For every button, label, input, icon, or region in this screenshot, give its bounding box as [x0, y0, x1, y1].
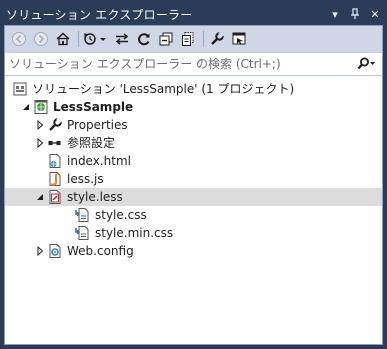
collapsed-arrow-icon[interactable]: [33, 242, 47, 260]
tree-item-label: style.less: [67, 190, 123, 204]
preview-selected-items-button[interactable]: [229, 29, 249, 49]
tree-item-label: style.css: [95, 208, 147, 222]
tree-item-index-html[interactable]: index.html: [5, 152, 382, 170]
references-icon: [47, 135, 63, 151]
solution-explorer-window: ソリューション エクスプローラー ▾ ✕ ソリューション エクスプローラー の検…: [0, 0, 387, 349]
tree-item-label: 参照設定: [67, 136, 116, 150]
tree-item-label: less.js: [67, 172, 104, 186]
web-project-icon: [33, 99, 49, 115]
expanded-arrow-icon[interactable]: [19, 98, 33, 116]
show-all-files-icon: [182, 32, 194, 46]
tree-item-references[interactable]: 参照設定: [5, 134, 382, 152]
window-position-button[interactable]: ▾: [327, 6, 343, 22]
search-input[interactable]: [9, 57, 356, 71]
wrench-icon: [47, 117, 63, 133]
tree-item-label: LessSample: [53, 100, 134, 114]
forward-button[interactable]: [31, 29, 51, 49]
toolbar: [5, 26, 382, 53]
toolbar-separator: [78, 31, 79, 47]
solution-icon: [12, 81, 28, 97]
preview-icon: [232, 32, 246, 45]
collapse-all-button[interactable]: [156, 29, 176, 49]
solution-tree: ソリューション 'LessSample' (1 プロジェクト) LessSamp…: [5, 76, 382, 260]
sync-with-active-document-button[interactable]: [112, 29, 132, 49]
javascript-file-icon: [47, 171, 63, 187]
collapsed-arrow-icon[interactable]: [33, 134, 47, 152]
pending-changes-filter-button[interactable]: [82, 29, 110, 49]
history-icon: [84, 33, 106, 45]
tree-item-web-config[interactable]: Web.config: [5, 242, 382, 260]
refresh-button[interactable]: [134, 29, 154, 49]
search-box: [5, 53, 382, 76]
show-all-files-button[interactable]: [178, 29, 198, 49]
pin-icon: [351, 8, 359, 19]
toolbar-separator: [203, 31, 204, 47]
refresh-icon: [138, 33, 150, 46]
css-file-icon: [75, 225, 91, 241]
tree-item-properties[interactable]: Properties: [5, 116, 382, 134]
tree-item-style-less[interactable]: style.less: [5, 188, 382, 206]
close-button[interactable]: ✕: [367, 6, 383, 22]
window-title: ソリューション エクスプローラー: [6, 7, 193, 22]
search-button[interactable]: [356, 57, 376, 71]
tree-item-style-css[interactable]: style.css: [5, 206, 382, 224]
tree-item-label: Web.config: [67, 244, 134, 258]
sync-icon: [115, 33, 129, 45]
properties-icon: [211, 31, 225, 45]
title-bar[interactable]: ソリューション エクスプローラー ▾ ✕: [4, 3, 383, 25]
search-icon: [357, 57, 375, 70]
tree-item-project[interactable]: LessSample: [5, 98, 382, 116]
tree-item-style-min-css[interactable]: style.min.css: [5, 224, 382, 242]
css-file-icon: [75, 207, 91, 223]
back-icon: [12, 32, 26, 46]
tree-item-label: ソリューション 'LessSample' (1 プロジェクト): [32, 82, 295, 96]
explorer-panel: ソリューション 'LessSample' (1 プロジェクト) LessSamp…: [4, 25, 383, 345]
tree-item-label: index.html: [67, 154, 131, 168]
auto-hide-pin-button[interactable]: [347, 6, 363, 22]
home-icon: [56, 32, 70, 46]
expanded-arrow-icon[interactable]: [33, 188, 47, 206]
home-button[interactable]: [53, 29, 73, 49]
config-file-icon: [47, 243, 63, 259]
collapse-all-icon: [159, 32, 173, 46]
collapsed-arrow-icon[interactable]: [33, 116, 47, 134]
forward-icon: [34, 32, 48, 46]
html-file-icon: [47, 153, 63, 169]
back-button[interactable]: [9, 29, 29, 49]
less-file-icon: [47, 189, 63, 205]
tree-item-less-js[interactable]: less.js: [5, 170, 382, 188]
tree-item-solution[interactable]: ソリューション 'LessSample' (1 プロジェクト): [5, 80, 382, 98]
tree-item-label: style.min.css: [95, 226, 174, 240]
properties-button[interactable]: [207, 29, 227, 49]
tree-item-label: Properties: [67, 118, 128, 132]
